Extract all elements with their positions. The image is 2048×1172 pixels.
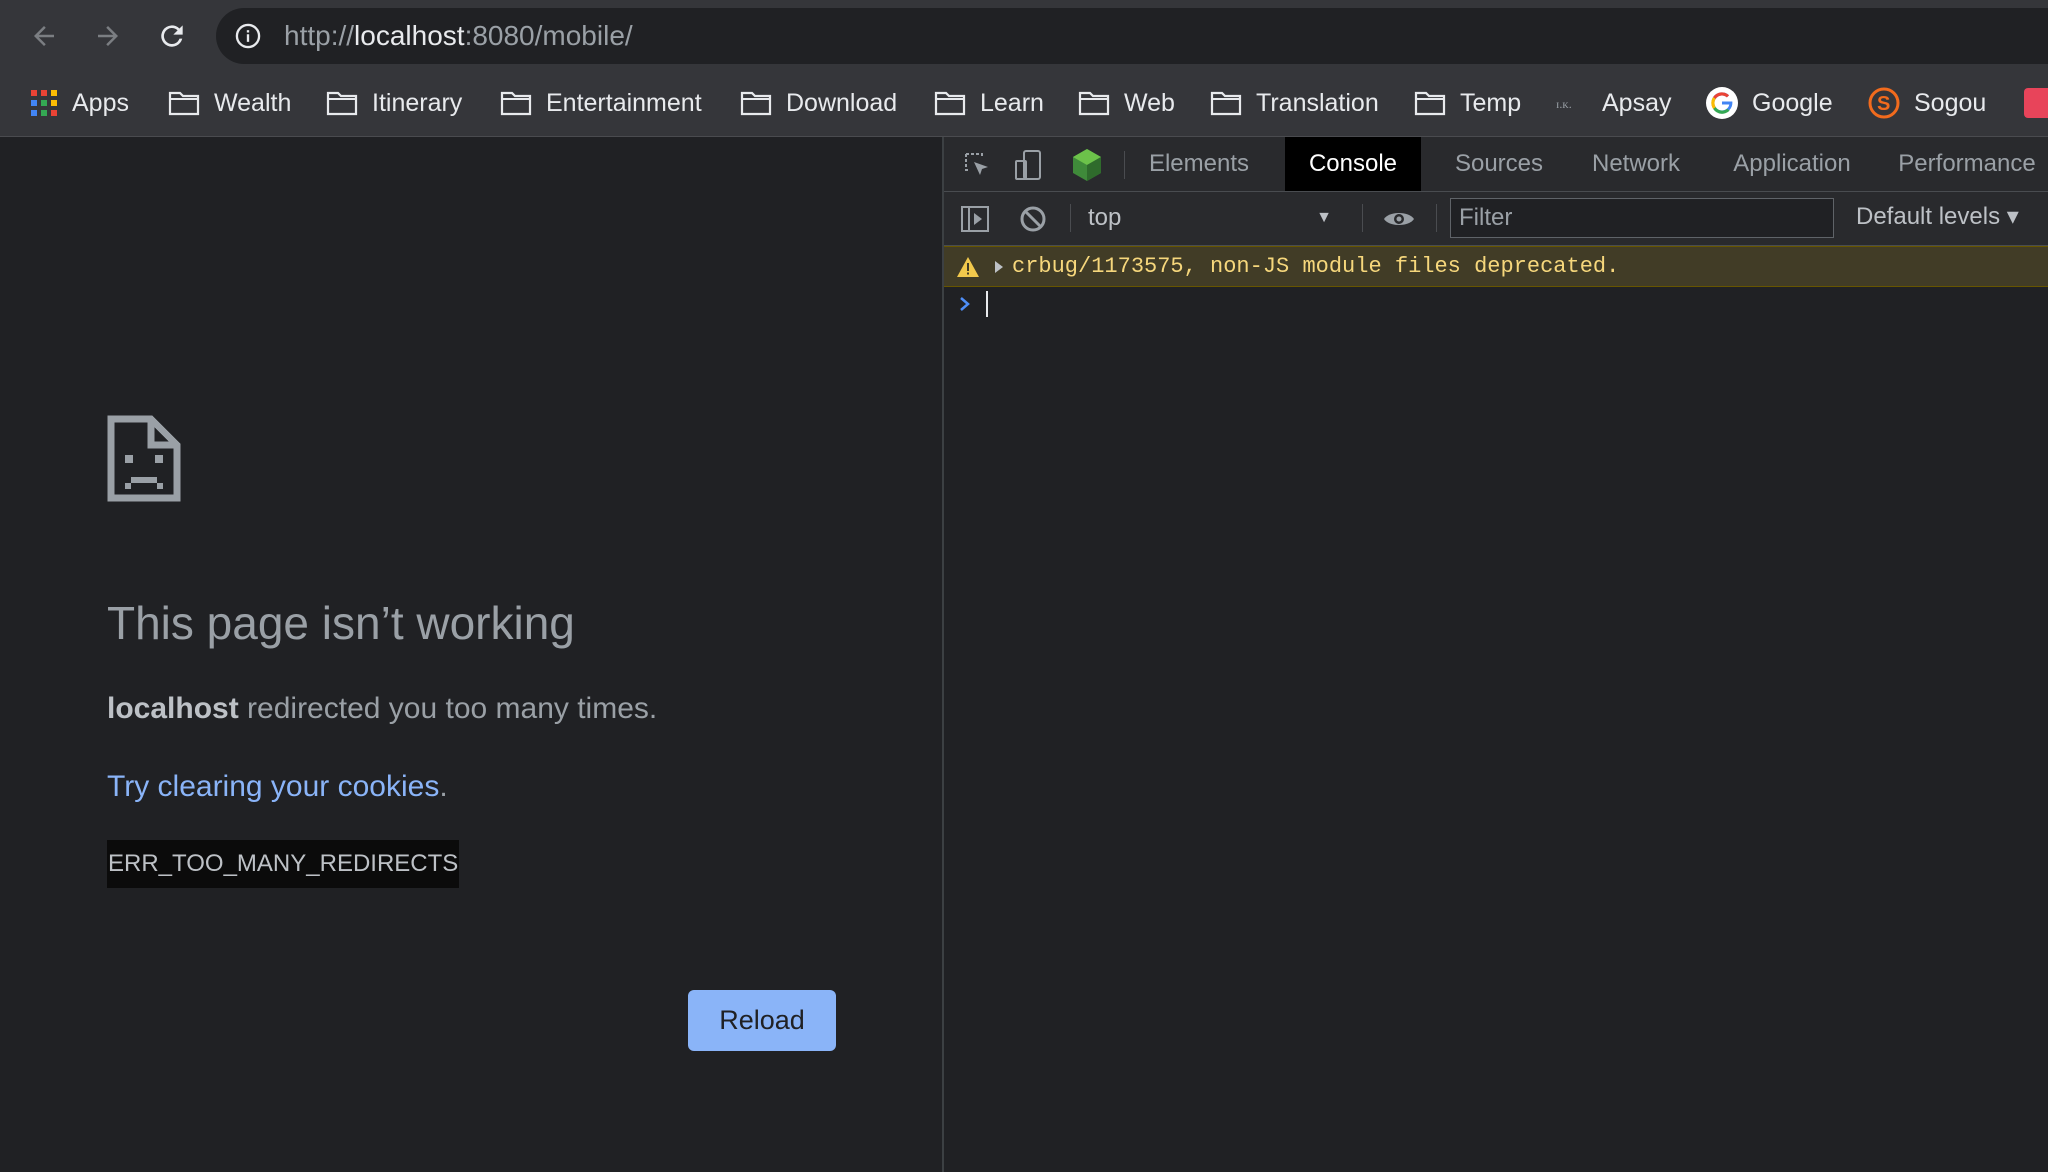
bookmarks-bar: Apps Wealth Itinerary Entertainment Down… xyxy=(0,70,2048,137)
svg-text:S: S xyxy=(1877,93,1890,115)
show-sidebar-button[interactable] xyxy=(958,202,992,236)
folder-icon xyxy=(1414,91,1446,116)
expand-triangle-icon[interactable] xyxy=(994,260,1004,274)
error-code: ERR_TOO_MANY_REDIRECTS xyxy=(107,840,460,888)
clear-cookies-text: Try clearing your cookies. xyxy=(107,770,448,803)
tab-network[interactable]: Network xyxy=(1576,137,1696,191)
clear-console-button[interactable] xyxy=(1016,202,1050,236)
sidebar-toggle-icon xyxy=(961,206,989,232)
warning-message: crbug/1173575, non-JS module files depre… xyxy=(1012,254,1620,279)
apsay-icon: ɪ.ᴋ. xyxy=(1556,97,1572,111)
bookmark-learn[interactable]: Learn xyxy=(934,70,1044,136)
chevron-down-icon: ▼ xyxy=(1316,209,1332,226)
inspect-element-button[interactable] xyxy=(960,148,994,182)
tab-performance[interactable]: Performance xyxy=(1890,137,2044,191)
tab-sources[interactable]: Sources xyxy=(1438,137,1560,191)
extension-button[interactable] xyxy=(1070,148,1104,182)
bookmark-temp[interactable]: Temp xyxy=(1414,70,1521,136)
bookmark-entertainment[interactable]: Entertainment xyxy=(500,70,702,136)
error-host: localhost xyxy=(107,692,239,725)
bookmark-apsay[interactable]: ɪ.ᴋ. Apsay xyxy=(1556,70,1671,136)
address-bar[interactable]: http://localhost:8080/mobile/ xyxy=(216,8,2048,64)
bookmark-sogou[interactable]: S Sogou xyxy=(1868,70,1986,136)
toolbar-divider xyxy=(1070,204,1071,232)
folder-icon xyxy=(500,91,532,116)
folder-icon xyxy=(1078,91,1110,116)
console-filter-input[interactable] xyxy=(1450,198,1834,238)
device-toolbar-button[interactable] xyxy=(1012,148,1046,182)
bookmark-itinerary[interactable]: Itinerary xyxy=(326,70,462,136)
url-text: http://localhost:8080/mobile/ xyxy=(284,20,633,51)
inspect-cursor-icon xyxy=(965,153,988,175)
bookmark-google[interactable]: Google xyxy=(1706,70,1833,136)
bookmark-wealth[interactable]: Wealth xyxy=(168,70,291,136)
bookmark-download[interactable]: Download xyxy=(740,70,897,136)
live-expression-button[interactable] xyxy=(1382,202,1416,236)
warning-icon xyxy=(957,257,979,277)
bookmark-translation[interactable]: Translation xyxy=(1210,70,1379,136)
text-caret xyxy=(986,291,988,317)
folder-icon xyxy=(168,91,200,116)
google-icon xyxy=(1706,87,1738,119)
bookmark-web[interactable]: Web xyxy=(1078,70,1175,136)
error-title: This page isn’t working xyxy=(107,597,575,649)
info-icon xyxy=(235,23,261,49)
sogou-icon: S xyxy=(1868,87,1900,119)
console-prompt[interactable] xyxy=(958,287,988,321)
toolbar-divider xyxy=(1362,204,1363,232)
folder-icon xyxy=(1210,91,1242,116)
console-warning-row[interactable]: crbug/1173575, non-JS module files depre… xyxy=(944,246,2048,287)
browser-toolbar: http://localhost:8080/mobile/ xyxy=(0,0,2048,70)
bookmark-apps[interactable]: Apps xyxy=(30,70,129,136)
sad-document-icon xyxy=(107,415,181,502)
tab-application[interactable]: Application xyxy=(1712,137,1872,191)
folder-icon xyxy=(740,91,772,116)
folder-icon xyxy=(326,91,358,116)
reload-browser-button[interactable] xyxy=(150,14,194,58)
chevron-right-icon xyxy=(960,297,970,311)
context-selector[interactable]: top ▼ xyxy=(1088,203,1348,233)
block-icon xyxy=(1020,206,1046,232)
log-levels-dropdown[interactable]: Default levels ▾ xyxy=(1856,202,2019,231)
devtools-tab-bar: Elements Console Sources Network Applica… xyxy=(944,137,2048,192)
device-toggle-icon xyxy=(1015,150,1041,180)
forward-button[interactable] xyxy=(86,14,130,58)
arrow-left-icon xyxy=(34,26,54,46)
error-description: localhost redirected you too many times. xyxy=(107,692,658,725)
bookmark-overflow-icon[interactable] xyxy=(2024,88,2048,118)
eye-icon xyxy=(1384,213,1414,225)
toolbar-divider xyxy=(1124,151,1125,179)
clear-cookies-link[interactable]: Try clearing your cookies xyxy=(107,770,439,803)
back-button[interactable] xyxy=(22,14,66,58)
tab-elements[interactable]: Elements xyxy=(1138,137,1260,191)
hexagon-icon xyxy=(1073,149,1101,181)
arrow-right-icon xyxy=(98,26,118,46)
reload-button[interactable]: Reload xyxy=(688,990,836,1051)
apps-grid-icon xyxy=(31,90,57,116)
folder-icon xyxy=(934,91,966,116)
tab-console[interactable]: Console xyxy=(1285,137,1421,191)
console-toolbar: top ▼ Default levels ▾ xyxy=(944,192,2048,246)
svg-text:ɪ.ᴋ.: ɪ.ᴋ. xyxy=(1556,97,1572,111)
refresh-icon xyxy=(161,25,183,47)
toolbar-divider xyxy=(1436,204,1437,232)
devtools-panel: Elements Console Sources Network Applica… xyxy=(942,137,2048,1172)
